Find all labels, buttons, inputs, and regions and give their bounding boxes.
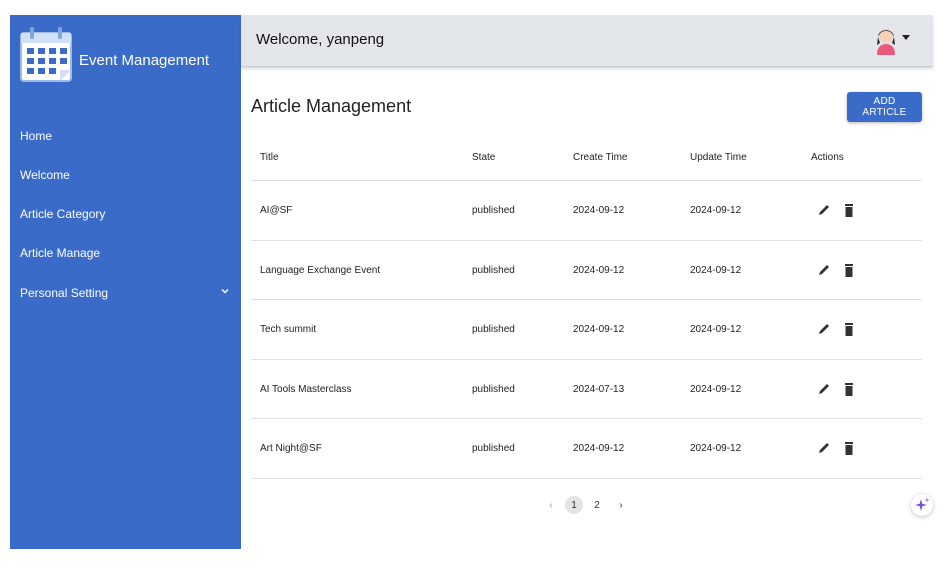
sidebar-item-home[interactable]: Home: [20, 129, 230, 143]
pagination-prev-button[interactable]: ‹: [544, 496, 558, 514]
cell-title: AI@SF: [260, 205, 293, 216]
edit-icon[interactable]: [817, 202, 831, 218]
sparkle-assistant-icon[interactable]: [911, 494, 933, 516]
table-row: AI Tools Masterclass published 2024-07-1…: [251, 359, 922, 420]
edit-icon[interactable]: [817, 381, 831, 397]
edit-icon[interactable]: [817, 321, 831, 337]
sidebar-item-article-manage[interactable]: Article Manage: [20, 246, 230, 260]
cell-title: Tech summit: [260, 324, 317, 335]
table-row: AI@SF published 2024-09-12 2024-09-12: [251, 180, 922, 241]
pagination-page-2[interactable]: 2: [590, 496, 604, 514]
pagination-page-1[interactable]: 1: [565, 496, 583, 514]
column-header-title: Title: [260, 152, 279, 163]
cell-update-time: 2024-09-12: [690, 384, 742, 395]
cell-update-time: 2024-09-12: [690, 265, 742, 276]
sidebar: Event Management Home Welcome Article Ca…: [10, 15, 241, 549]
edit-icon[interactable]: [817, 440, 831, 456]
add-article-button[interactable]: ADD ARTICLE: [847, 92, 922, 122]
welcome-text: Welcome, yanpeng: [256, 31, 385, 48]
chevron-down-icon: [220, 286, 230, 299]
cell-state: published: [472, 205, 515, 216]
calendar-logo-icon: [20, 25, 72, 83]
cell-state: published: [472, 384, 515, 395]
sidebar-item-article-category[interactable]: Article Category: [20, 207, 230, 221]
top-header: Welcome, yanpeng: [241, 15, 933, 67]
delete-icon[interactable]: [842, 202, 856, 218]
table-row: Art Night@SF published 2024-09-12 2024-0…: [251, 418, 922, 479]
delete-icon[interactable]: [842, 321, 856, 337]
column-header-actions: Actions: [811, 152, 844, 163]
cell-create-time: 2024-07-13: [573, 384, 625, 395]
cell-update-time: 2024-09-12: [690, 205, 742, 216]
column-header-update-time: Update Time: [690, 152, 747, 163]
user-avatar-icon[interactable]: [873, 25, 899, 55]
sidebar-item-label: Home: [20, 129, 53, 143]
cell-title: Art Night@SF: [260, 443, 322, 454]
column-header-state: State: [472, 152, 496, 163]
cell-create-time: 2024-09-12: [573, 205, 625, 216]
delete-icon[interactable]: [842, 440, 856, 456]
table-row: Language Exchange Event published 2024-0…: [251, 240, 922, 301]
pagination-next-button[interactable]: ›: [614, 496, 628, 514]
page-title: Article Management: [251, 96, 412, 116]
sidebar-item-label: Personal Setting: [20, 286, 109, 300]
brand-title: Event Management: [79, 52, 210, 69]
sidebar-item-label: Article Manage: [20, 246, 101, 260]
sidebar-item-label: Welcome: [20, 168, 70, 182]
cell-create-time: 2024-09-12: [573, 443, 625, 454]
table-row: Tech summit published 2024-09-12 2024-09…: [251, 299, 922, 360]
sidebar-item-welcome[interactable]: Welcome: [20, 168, 230, 182]
caret-down-icon[interactable]: [902, 34, 910, 43]
cell-state: published: [472, 443, 515, 454]
sidebar-item-personal-setting[interactable]: Personal Setting: [20, 286, 230, 300]
cell-title: AI Tools Masterclass: [260, 384, 352, 395]
cell-update-time: 2024-09-12: [690, 324, 742, 335]
table-bottom-border: [251, 478, 922, 479]
cell-update-time: 2024-09-12: [690, 443, 742, 454]
cell-state: published: [472, 265, 515, 276]
delete-icon[interactable]: [842, 381, 856, 397]
cell-create-time: 2024-09-12: [573, 324, 625, 335]
sidebar-item-label: Article Category: [20, 207, 106, 221]
column-header-create-time: Create Time: [573, 152, 628, 163]
delete-icon[interactable]: [842, 262, 856, 278]
cell-title: Language Exchange Event: [260, 265, 381, 276]
cell-create-time: 2024-09-12: [573, 265, 625, 276]
cell-state: published: [472, 324, 515, 335]
edit-icon[interactable]: [817, 262, 831, 278]
